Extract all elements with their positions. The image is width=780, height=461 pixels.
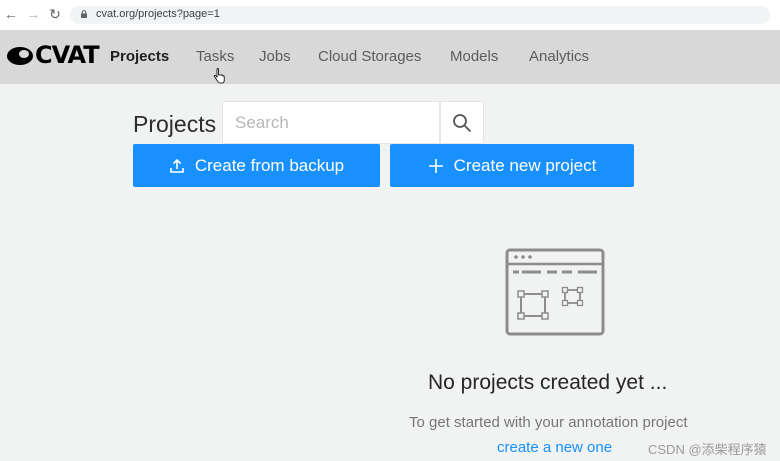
- search-button[interactable]: [440, 101, 484, 144]
- cvat-eye-icon: [7, 47, 33, 65]
- forward-arrow-icon[interactable]: →: [26, 7, 40, 21]
- empty-state-title: No projects created yet ...: [428, 371, 668, 394]
- empty-projects-icon: [505, 248, 605, 336]
- url-text: cvat.org/projects?page=1: [96, 8, 220, 20]
- lock-icon: [81, 10, 87, 18]
- plus-icon: [428, 158, 444, 174]
- create-new-project-label: Create new project: [453, 155, 597, 175]
- nav-analytics[interactable]: Analytics: [529, 48, 589, 65]
- nav-jobs[interactable]: Jobs: [259, 48, 291, 65]
- nav-models[interactable]: Models: [450, 48, 498, 65]
- back-arrow-icon[interactable]: ←: [4, 7, 18, 21]
- empty-state-subtitle: To get started with your annotation proj…: [409, 414, 688, 431]
- upload-icon: [169, 158, 185, 174]
- hand-cursor-icon: [213, 68, 225, 84]
- create-new-one-link[interactable]: create a new one: [497, 439, 612, 456]
- search-icon: [453, 113, 471, 132]
- app-header: CVAT Projects Tasks Jobs Cloud Storages …: [0, 30, 780, 84]
- create-from-backup-label: Create from backup: [194, 155, 345, 175]
- reload-icon[interactable]: ↻: [48, 7, 62, 21]
- logo-text: CVAT: [35, 41, 100, 69]
- create-new-project-button[interactable]: Create new project: [390, 144, 634, 187]
- nav-cloud-storages[interactable]: Cloud Storages: [318, 48, 421, 65]
- watermark-text: CSDN @添柴程序猿: [648, 442, 767, 457]
- browser-toolbar: ← → ↻ cvat.org/projects?page=1: [0, 0, 780, 31]
- search-input[interactable]: [223, 102, 437, 144]
- address-bar[interactable]: cvat.org/projects?page=1: [70, 6, 770, 24]
- search-box: [222, 101, 440, 144]
- nav-tasks[interactable]: Tasks: [196, 48, 234, 65]
- nav-projects[interactable]: Projects: [110, 48, 169, 65]
- page-title: Projects: [133, 111, 217, 137]
- create-from-backup-button[interactable]: Create from backup: [133, 144, 380, 187]
